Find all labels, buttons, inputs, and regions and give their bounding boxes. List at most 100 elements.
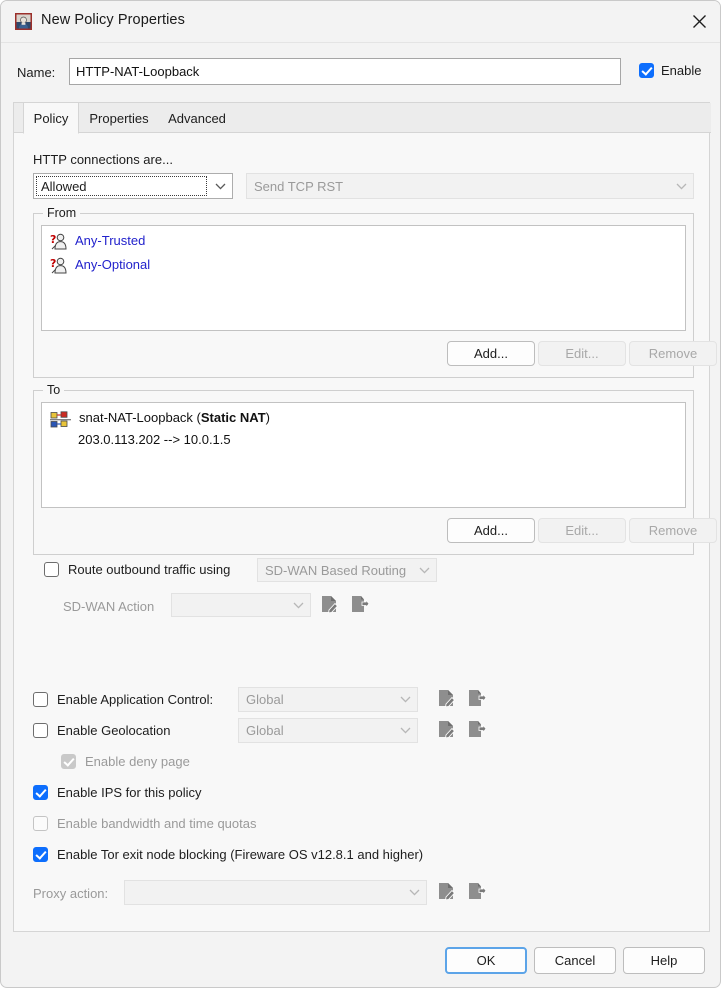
help-button[interactable]: Help (623, 947, 705, 974)
tab-panel: Policy Properties Advanced HTTP connecti… (13, 102, 717, 932)
ok-label: OK (476, 953, 496, 968)
enable-application-control-checkbox[interactable]: Enable Application Control: (33, 692, 213, 707)
ok-button[interactable]: OK (445, 947, 527, 974)
to-item-detail: 203.0.113.202 --> 10.0.1.5 (78, 432, 231, 447)
list-item[interactable]: ? Any-Optional (42, 254, 685, 278)
chevron-down-icon (412, 567, 436, 574)
geolocation-clone-icon[interactable] (464, 718, 488, 740)
route-outbound-checkbox-box[interactable] (44, 562, 59, 577)
to-item-label-bold: Static NAT (200, 410, 266, 425)
from-edit-button: Edit... (538, 341, 626, 366)
to-edit-button: Edit... (538, 518, 626, 543)
to-remove-button: Remove (629, 518, 717, 543)
enable-tor-blocking-checkbox[interactable]: Enable Tor exit node blocking (Fireware … (33, 847, 423, 862)
sdwan-edit-icon[interactable] (317, 593, 341, 615)
send-tcp-rst-select[interactable]: Send TCP RST (246, 173, 694, 199)
enable-checkbox-box[interactable] (639, 63, 654, 78)
from-edit-label: Edit... (565, 346, 599, 361)
chevron-down-icon (393, 696, 417, 703)
deny-page-checkbox-box (61, 754, 76, 769)
routing-method-value: SD-WAN Based Routing (265, 562, 407, 578)
enable-bandwidth-quotas-checkbox: Enable bandwidth and time quotas (33, 816, 256, 831)
proxy-action-clone-icon[interactable] (464, 880, 488, 902)
tab-policy[interactable]: Policy (23, 103, 79, 134)
geolocation-value: Global (246, 723, 284, 738)
enable-policy-checkbox[interactable]: Enable (639, 63, 701, 78)
chevron-down-icon (669, 183, 693, 190)
geolocation-label: Enable Geolocation (57, 723, 171, 738)
from-listbox[interactable]: ? Any-Trusted ? Any-Optional (41, 225, 686, 331)
close-icon[interactable] (676, 1, 720, 41)
to-edit-label: Edit... (565, 523, 599, 538)
to-item-label-end: ) (265, 410, 270, 425)
enable-ips-checkbox[interactable]: Enable IPS for this policy (33, 785, 202, 800)
to-remove-label: Remove (648, 523, 698, 538)
geolocation-checkbox-box[interactable] (33, 723, 48, 738)
sdwan-clone-icon[interactable] (347, 593, 371, 615)
name-input[interactable] (69, 58, 621, 85)
geolocation-select[interactable]: Global (238, 718, 418, 743)
enable-geolocation-checkbox[interactable]: Enable Geolocation (33, 723, 170, 738)
tab-strip: Policy Properties Advanced (14, 103, 711, 134)
new-policy-properties-dialog: New Policy Properties Name: Enable Polic… (0, 0, 721, 988)
any-user-icon: ? (50, 257, 68, 277)
proxy-action-label: Proxy action: (33, 886, 109, 901)
svg-text:?: ? (50, 257, 56, 270)
tab-properties[interactable]: Properties (80, 103, 158, 133)
to-item-label: snat-NAT-Loopback (Static NAT) (79, 410, 270, 425)
chevron-down-icon (402, 889, 426, 896)
application-control-label: Enable Application Control: (57, 692, 214, 707)
from-remove-label: Remove (648, 346, 698, 361)
bandwidth-quotas-checkbox-box (33, 816, 48, 831)
route-outbound-checkbox[interactable]: Route outbound traffic using (44, 562, 230, 577)
proxy-action-select[interactable] (124, 880, 427, 905)
svg-text:?: ? (50, 233, 56, 246)
deny-page-label: Enable deny page (85, 754, 190, 769)
policy-icon (14, 12, 33, 31)
application-control-clone-icon[interactable] (464, 687, 488, 709)
title-bar: New Policy Properties (1, 1, 720, 43)
route-outbound-label: Route outbound traffic using (68, 562, 231, 577)
chevron-down-icon (393, 727, 417, 734)
help-label: Help (650, 953, 678, 968)
chevron-down-icon (208, 183, 232, 190)
name-label: Name: (17, 65, 56, 80)
from-item-label: Any-Trusted (75, 233, 146, 248)
sdwan-action-label: SD-WAN Action (63, 599, 155, 614)
from-item-label: Any-Optional (75, 257, 151, 272)
tab-policy-label: Policy (33, 110, 69, 126)
to-group-title: To (43, 383, 65, 397)
enable-deny-page-checkbox: Enable deny page (61, 754, 190, 769)
from-group-title: From (43, 206, 81, 220)
chevron-down-icon (286, 602, 310, 609)
ips-checkbox-box[interactable] (33, 785, 48, 800)
from-add-label: Add... (474, 346, 508, 361)
tor-blocking-checkbox-box[interactable] (33, 847, 48, 862)
application-control-edit-icon[interactable] (434, 687, 458, 709)
list-item[interactable]: snat-NAT-Loopback (Static NAT) (42, 407, 685, 433)
nat-icon (50, 411, 72, 432)
cancel-button[interactable]: Cancel (534, 947, 616, 974)
proxy-action-edit-icon[interactable] (434, 880, 458, 902)
any-user-icon: ? (50, 233, 68, 253)
sdwan-action-select[interactable] (171, 593, 311, 617)
enable-label: Enable (661, 63, 702, 78)
application-control-checkbox-box[interactable] (33, 692, 48, 707)
connections-action-select[interactable]: Allowed (33, 173, 233, 199)
connections-label: HTTP connections are... (33, 152, 173, 167)
routing-method-select[interactable]: SD-WAN Based Routing (257, 558, 437, 582)
ips-label: Enable IPS for this policy (57, 785, 202, 800)
bandwidth-quotas-label: Enable bandwidth and time quotas (57, 816, 257, 831)
connections-action-value: Allowed (41, 178, 87, 194)
list-item[interactable]: ? Any-Trusted (42, 230, 685, 254)
geolocation-edit-icon[interactable] (434, 718, 458, 740)
cancel-label: Cancel (554, 953, 596, 968)
from-remove-button: Remove (629, 341, 717, 366)
to-listbox[interactable]: snat-NAT-Loopback (Static NAT) 203.0.113… (41, 402, 686, 508)
tor-blocking-label: Enable Tor exit node blocking (Fireware … (57, 847, 424, 862)
to-add-button[interactable]: Add... (447, 518, 535, 543)
from-add-button[interactable]: Add... (447, 341, 535, 366)
tab-advanced[interactable]: Advanced (159, 103, 235, 133)
application-control-select[interactable]: Global (238, 687, 418, 712)
send-tcp-rst-value: Send TCP RST (254, 178, 344, 194)
